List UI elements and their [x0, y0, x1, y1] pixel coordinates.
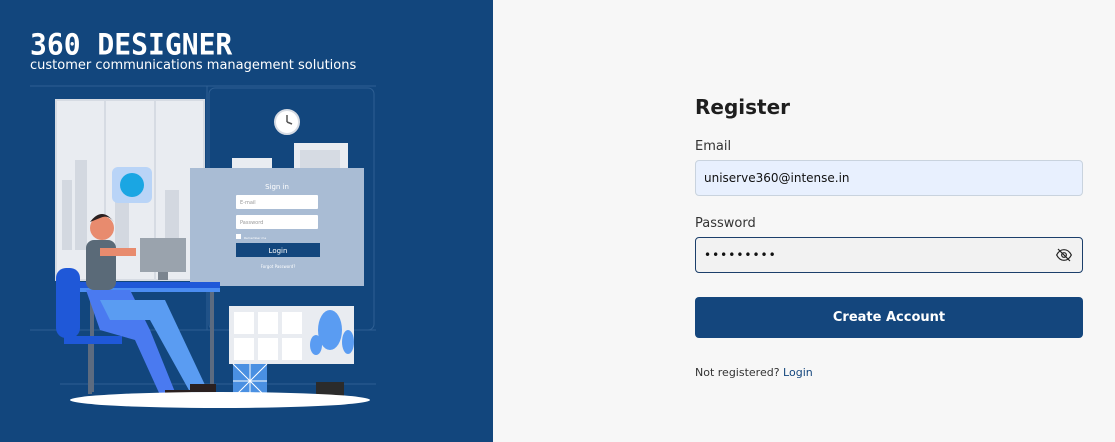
- svg-text:E-mail: E-mail: [240, 200, 256, 206]
- email-field[interactable]: uniserve360@intense.in: [695, 160, 1083, 196]
- brand-subtitle: customer communications management solut…: [30, 58, 357, 73]
- register-panel: Register Email uniserve360@intense.in Pa…: [493, 0, 1115, 442]
- login-link[interactable]: Login: [783, 366, 813, 379]
- brand-panel: Sign in E-mail Password Remember me Logi…: [0, 0, 493, 442]
- password-field[interactable]: •••••••••: [695, 237, 1083, 273]
- svg-text:Login: Login: [269, 247, 288, 255]
- illustration-sign-in: Sign in: [265, 183, 289, 191]
- svg-text:Password: Password: [240, 220, 263, 226]
- email-field-wrapper: uniserve360@intense.in: [695, 160, 1083, 196]
- svg-text:Remember me: Remember me: [244, 236, 266, 240]
- footer-text: Not registered?: [695, 366, 780, 379]
- brand-title: 360 DESIGNER: [30, 27, 233, 62]
- email-label: Email: [695, 139, 732, 154]
- create-account-button[interactable]: Create Account: [695, 297, 1083, 338]
- register-form: Register Email uniserve360@intense.in Pa…: [695, 95, 1083, 379]
- svg-text:Forgot Password?: Forgot Password?: [261, 264, 296, 269]
- form-title: Register: [695, 95, 791, 119]
- eye-slash-icon[interactable]: [1055, 247, 1073, 263]
- footer-note: Not registered? Login: [695, 366, 1083, 379]
- password-field-wrapper: •••••••••: [695, 237, 1083, 273]
- password-label: Password: [695, 216, 756, 231]
